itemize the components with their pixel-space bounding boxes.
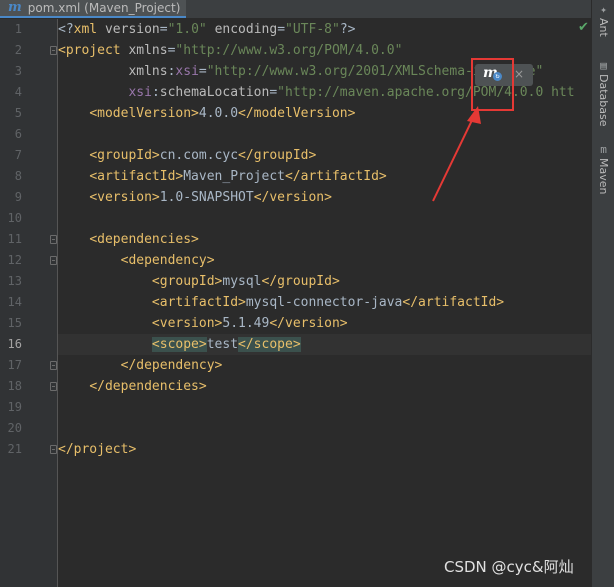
sidebar-item-database[interactable]: ▤ Database [595, 60, 612, 127]
annotation-arrow [432, 106, 481, 202]
sidebar-item-label: Database [597, 74, 610, 127]
sidebar-item-ant[interactable]: ✦ Ant [595, 4, 612, 37]
sidebar-item-maven[interactable]: m Maven [595, 144, 612, 194]
database-icon: ▤ [600, 59, 607, 72]
ant-icon: ✦ [600, 3, 607, 16]
right-tool-window-bar: ✦ Ant ▤ Database m Maven [591, 0, 614, 587]
sidebar-item-label: Maven [597, 158, 610, 195]
sidebar-item-label: Ant [597, 18, 610, 37]
maven-icon: m [600, 143, 607, 156]
watermark: CSDN @cyc&阿灿 [444, 558, 574, 576]
